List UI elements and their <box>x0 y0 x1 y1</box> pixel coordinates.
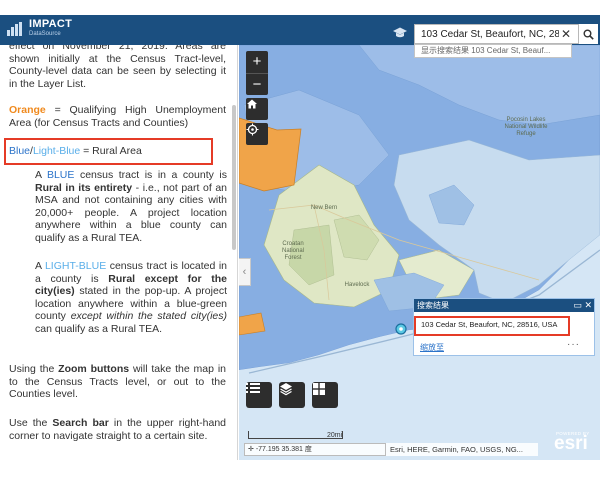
locate-icon <box>246 123 259 136</box>
locate-button[interactable] <box>246 123 268 145</box>
search-button[interactable] <box>578 24 598 44</box>
map-label-croatan: Croatan National Forest <box>281 241 304 261</box>
popup-header: 搜索结果 ▭ ✕ <box>414 299 594 312</box>
coordinate-icon: ✛ <box>248 446 256 453</box>
logo-subtitle: DataSource <box>29 31 61 37</box>
map-label-havelock: Havelock <box>344 282 370 288</box>
bold-text: Search bar <box>52 417 109 429</box>
map-label-refuge: Pocosin Lakes National Wildlife Refuge <box>504 117 548 137</box>
coordinate-readout: ✛ -77.195 35.381 度 <box>244 443 386 456</box>
map-label-new-bern: New Bern <box>310 205 338 211</box>
legend-button[interactable] <box>246 382 272 408</box>
close-icon[interactable]: ✕ <box>584 299 592 312</box>
bold-text: Zoom buttons <box>58 363 130 375</box>
search-box[interactable]: ✕ <box>414 24 598 44</box>
coordinate-value: -77.195 35.381 度 <box>255 446 312 453</box>
panel-scrollbar[interactable] <box>232 105 236 250</box>
popup-title: 搜索结果 <box>417 301 449 310</box>
map-view[interactable]: Pocosin Lakes National Wildlife Refuge N… <box>239 45 600 460</box>
list-icon <box>246 383 260 393</box>
esri-wordmark: esri <box>554 433 588 454</box>
popup-address-highlight <box>414 316 570 336</box>
home-button[interactable] <box>246 98 268 120</box>
zoom-to-link[interactable]: 缩放至 <box>420 342 444 353</box>
intro-text: effect on November 21, 2019. Areas are s… <box>9 45 226 90</box>
logo-mark-icon <box>7 21 25 36</box>
panel-collapse-button[interactable]: ‹ <box>239 258 251 286</box>
text-run: can qualify as a Rural TEA. <box>35 322 163 335</box>
text-run: census tract is in a county is <box>74 169 227 181</box>
logo: IMPACT DataSource <box>7 19 72 38</box>
basemap-gallery-button[interactable] <box>312 382 338 408</box>
clear-search-icon[interactable]: ✕ <box>559 27 573 41</box>
search-icon <box>583 29 594 40</box>
orange-legend-term: Orange <box>9 104 46 116</box>
map-attribution[interactable]: Esri, HERE, Garmin, FAO, USGS, NG... <box>386 443 538 456</box>
app-window: IMPACT DataSource effect on November 21,… <box>0 0 600 480</box>
search-input[interactable] <box>415 25 559 43</box>
scale-label: 20mi <box>327 432 343 439</box>
more-actions-icon[interactable]: ··· <box>567 339 580 350</box>
text-run: Using the <box>9 363 59 375</box>
orange-legend: Orange = Qualifying High Unemployment Ar… <box>9 104 226 129</box>
esri-logo: POWERED BY esri <box>552 431 596 455</box>
text-run: A <box>35 260 45 272</box>
rural-legend-highlight <box>4 138 213 165</box>
graduation-cap-icon[interactable] <box>392 26 408 40</box>
light-blue-tract-description: A LIGHT-BLUE census tract is located in … <box>35 260 227 335</box>
italic-text: except within the stated city(ies) <box>70 310 227 322</box>
light-blue-keyword: LIGHT-BLUE <box>44 260 107 272</box>
text-run: Use the <box>9 417 53 429</box>
blue-keyword: BLUE <box>46 169 75 181</box>
zoom-help-text: Using the Zoom buttons will take the map… <box>9 363 226 401</box>
zoom-in-button[interactable]: + <box>246 51 268 73</box>
home-icon <box>247 99 257 109</box>
search-help-text: Use the Search bar in the upper right-ha… <box>9 417 226 442</box>
grid-icon <box>313 383 325 395</box>
text-run: A <box>35 169 47 181</box>
layer-list-button[interactable] <box>279 382 305 408</box>
info-panel: effect on November 21, 2019. Areas are s… <box>0 45 238 460</box>
zoom-out-button[interactable]: − <box>246 73 268 95</box>
maximize-icon[interactable]: ▭ <box>573 299 582 312</box>
blue-tract-description: A BLUE census tract is in a county is Ru… <box>35 169 227 244</box>
bold-text: Rural in its entirety <box>35 181 133 194</box>
logo-title: IMPACT <box>29 18 73 30</box>
bottom-margin <box>0 460 600 480</box>
search-suggestion[interactable]: 显示搜索结果 103 Cedar St, Beauf... <box>414 44 572 58</box>
layers-icon <box>280 383 292 396</box>
